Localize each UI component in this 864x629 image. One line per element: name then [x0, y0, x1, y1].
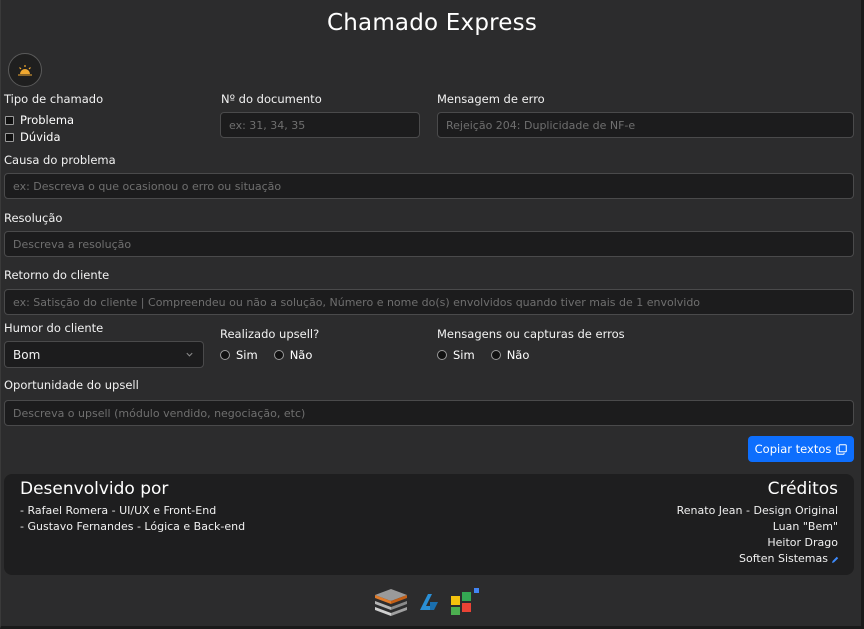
documento-input[interactable] [220, 112, 420, 138]
upsell-nao-option[interactable]: Não [273, 348, 313, 362]
resolucao-input[interactable] [4, 231, 854, 257]
oportunidade-input[interactable] [4, 400, 854, 426]
partner-logos [373, 587, 483, 617]
capturas-nao-radio[interactable] [490, 350, 501, 360]
resolucao-label: Resolução [4, 211, 63, 225]
dev-item: - Gustavo Fernandes - Lógica e Back-end [20, 520, 246, 533]
squares-logo [451, 588, 479, 615]
pencil-icon [832, 556, 839, 563]
copy-texts-label: Copiar textos [754, 442, 832, 456]
retorno-label: Retorno do cliente [4, 268, 110, 282]
arrow-logo [420, 594, 438, 610]
page-title: Chamado Express [326, 10, 538, 36]
capturas-nao-option[interactable]: Não [490, 348, 530, 362]
retorno-input[interactable] [4, 289, 854, 315]
upsell-sim-label: Sim [236, 348, 258, 362]
duvida-checkbox-row[interactable]: Dúvida [5, 130, 61, 144]
upsell-sim-radio[interactable] [220, 350, 230, 360]
credit-item: Luan "Bem" [772, 520, 838, 533]
upsell-nao-label: Não [289, 348, 313, 362]
humor-select[interactable]: Bom [4, 341, 204, 368]
capturas-sim-option[interactable]: Sim [437, 348, 475, 362]
humor-value: Bom [13, 347, 41, 362]
capturas-sim-label: Sim [453, 348, 475, 362]
problema-checkbox-row[interactable]: Problema [5, 113, 74, 127]
tipo-label: Tipo de chamado [4, 92, 104, 106]
chevron-down-icon [186, 352, 193, 357]
credit-item: Renato Jean - Design Original [676, 504, 838, 517]
oportunidade-label: Oportunidade do upsell [4, 378, 139, 392]
erro-label: Mensagem de erro [437, 92, 545, 106]
erro-input[interactable] [437, 112, 854, 138]
dev-title: Desenvolvido por [20, 479, 169, 499]
credit-item: Heitor Drago [767, 536, 838, 549]
humor-label: Humor do cliente [4, 321, 104, 335]
capturas-nao-label: Não [506, 348, 530, 362]
copy-icon [836, 443, 848, 455]
problema-label: Problema [20, 113, 75, 127]
capturas-radios: Sim Não [437, 348, 545, 362]
causa-input[interactable] [4, 173, 854, 199]
credit-item-link[interactable]: Soften Sistemas [739, 552, 828, 565]
dev-item: - Rafael Romera - UI/UX e Front-End [20, 504, 217, 517]
causa-label: Causa do problema [4, 153, 116, 167]
upsell-realizado-label: Realizado upsell? [220, 327, 320, 341]
copy-texts-button[interactable]: Copiar textos [748, 436, 854, 462]
upsell-realizado-radios: Sim Não [220, 348, 328, 362]
documento-label: Nº do documento [221, 92, 322, 106]
theme-toggle-button[interactable] [8, 53, 42, 87]
layers-logo [375, 589, 407, 616]
problema-checkbox[interactable] [5, 115, 14, 125]
capturas-label: Mensagens ou capturas de erros [437, 327, 625, 341]
sun-icon [18, 65, 32, 76]
upsell-sim-option[interactable]: Sim [220, 348, 258, 362]
duvida-label: Dúvida [20, 130, 61, 144]
duvida-checkbox[interactable] [5, 132, 14, 142]
credits-card: Desenvolvido por - Rafael Romera - UI/UX… [4, 474, 854, 575]
upsell-nao-radio[interactable] [273, 350, 284, 360]
capturas-sim-radio[interactable] [437, 350, 447, 360]
credits-title: Créditos [767, 479, 838, 499]
